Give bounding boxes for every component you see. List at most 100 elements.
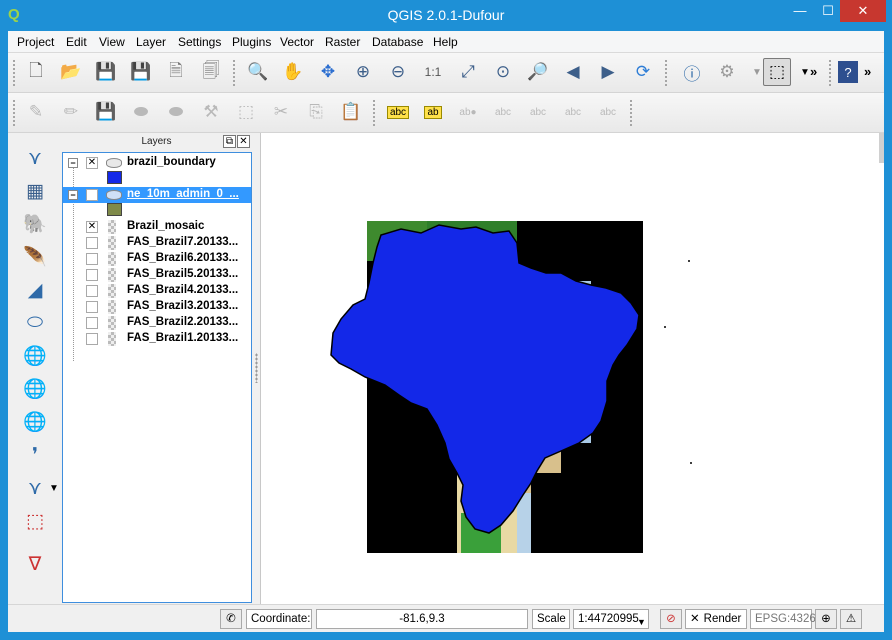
chevron-down-icon[interactable]: ▼ bbox=[48, 474, 60, 502]
current-edits-icon[interactable]: ✎ bbox=[22, 98, 50, 126]
render-checkbox[interactable]: ✕ bbox=[690, 613, 700, 625]
projection-icon[interactable]: ⊕ bbox=[815, 609, 837, 629]
coordinate-field[interactable]: -81.6,9.3 bbox=[316, 609, 528, 629]
save-project-icon[interactable]: 💾 bbox=[92, 58, 120, 86]
panel-splitter[interactable] bbox=[253, 133, 260, 604]
add-wfs-layer-icon[interactable]: 🌐 bbox=[20, 408, 50, 436]
menu-edit[interactable]: Edit bbox=[66, 35, 87, 49]
node-tool-icon[interactable]: ⚒ bbox=[197, 98, 225, 126]
copy-features-icon[interactable]: ⎘ bbox=[302, 98, 330, 126]
toolbar-grip[interactable] bbox=[372, 99, 376, 127]
layer-name[interactable]: FAS_Brazil5.20133... bbox=[127, 268, 249, 280]
layer-visibility-checkbox[interactable] bbox=[86, 269, 98, 281]
move-feature-icon[interactable]: ⬬ bbox=[162, 98, 190, 126]
cut-features-icon[interactable]: ✂ bbox=[267, 98, 295, 126]
add-spatialite-layer-icon[interactable]: 🪶 bbox=[20, 243, 50, 271]
layer-visibility-checkbox[interactable] bbox=[86, 253, 98, 265]
layer-row[interactable]: FAS_Brazil3.20133... bbox=[63, 299, 251, 315]
symbol-swatch[interactable] bbox=[107, 203, 122, 216]
select-features-icon[interactable]: ⬚ bbox=[763, 58, 791, 86]
zoom-out-icon[interactable]: ⊖ bbox=[384, 58, 412, 86]
layer-visibility-checkbox[interactable]: ✕ bbox=[86, 221, 98, 233]
open-project-icon[interactable]: 📂 bbox=[57, 58, 85, 86]
menu-plugins[interactable]: Plugins bbox=[232, 35, 271, 49]
layer-name[interactable]: brazil_boundary bbox=[127, 156, 249, 168]
pan-map-icon[interactable]: ✋ bbox=[279, 58, 307, 86]
new-project-icon[interactable]: 🗋 bbox=[22, 58, 50, 86]
composer-manager-icon[interactable]: 🗐 bbox=[197, 58, 225, 86]
add-postgis-layer-icon[interactable]: 🐘 bbox=[20, 210, 50, 238]
toolbar-grip[interactable] bbox=[828, 59, 832, 87]
add-oracle-layer-icon[interactable]: ⬭ bbox=[20, 309, 50, 337]
layer-visibility-checkbox[interactable] bbox=[86, 189, 98, 201]
layer-visibility-checkbox[interactable] bbox=[86, 237, 98, 249]
delete-selected-icon[interactable]: ⬚ bbox=[232, 98, 260, 126]
crs-status[interactable]: EPSG:4326 bbox=[750, 609, 816, 629]
toolbar-grip[interactable] bbox=[664, 59, 668, 87]
label-change-icon[interactable]: abc bbox=[559, 98, 587, 126]
label-rotate-icon[interactable]: abc bbox=[524, 98, 552, 126]
menu-raster[interactable]: Raster bbox=[325, 35, 360, 49]
zoom-to-layer-icon[interactable]: 🔎 bbox=[524, 58, 552, 86]
collapse-icon[interactable]: − bbox=[68, 158, 78, 168]
label-move-icon[interactable]: ab● bbox=[454, 98, 482, 126]
layer-row[interactable]: FAS_Brazil6.20133... bbox=[63, 251, 251, 267]
help-icon[interactable]: ? bbox=[838, 61, 858, 83]
pan-to-selected-icon[interactable]: ✥ bbox=[314, 58, 342, 86]
layer-name[interactable]: FAS_Brazil4.20133... bbox=[127, 284, 249, 296]
collapse-icon[interactable]: − bbox=[68, 190, 78, 200]
layer-row[interactable]: − ne_10m_admin_0_... bbox=[63, 187, 251, 203]
save-as-icon[interactable]: 💾 bbox=[127, 58, 155, 86]
zoom-to-selection-icon[interactable]: ⊙ bbox=[489, 58, 517, 86]
layer-row[interactable]: − ✕ brazil_boundary bbox=[63, 155, 251, 171]
symbol-swatch[interactable] bbox=[107, 171, 122, 184]
float-panel-button[interactable]: ⧉ bbox=[223, 135, 236, 148]
add-wcs-layer-icon[interactable]: 🌐 bbox=[20, 375, 50, 403]
layer-name[interactable]: ne_10m_admin_0_... bbox=[127, 188, 249, 200]
label-show-hide-icon[interactable]: abc bbox=[489, 98, 517, 126]
paste-features-icon[interactable]: 📋 bbox=[337, 98, 365, 126]
zoom-next-icon[interactable]: ▶ bbox=[594, 58, 622, 86]
toolbar-more-button[interactable]: » bbox=[810, 64, 817, 79]
add-delimited-text-icon[interactable]: ❜ bbox=[20, 441, 50, 469]
layer-visibility-checkbox[interactable]: ✕ bbox=[86, 157, 98, 169]
render-toggle[interactable]: ✕ Render bbox=[685, 609, 747, 629]
label-pin-icon[interactable]: ab bbox=[419, 98, 447, 126]
toolbar-grip[interactable] bbox=[232, 59, 236, 87]
layer-row[interactable]: FAS_Brazil7.20133... bbox=[63, 235, 251, 251]
layer-row[interactable]: FAS_Brazil4.20133... bbox=[63, 283, 251, 299]
layer-visibility-checkbox[interactable] bbox=[86, 285, 98, 297]
pan-to-selection-icon[interactable]: 🔍 bbox=[244, 58, 272, 86]
toolbar-more-button[interactable]: » bbox=[864, 64, 871, 79]
identify-features-icon[interactable]: ⓘ bbox=[678, 58, 706, 86]
zoom-full-icon[interactable]: ⤢ bbox=[454, 58, 482, 86]
layer-name[interactable]: FAS_Brazil3.20133... bbox=[127, 300, 249, 312]
menu-view[interactable]: View bbox=[99, 35, 125, 49]
zoom-actual-size-icon[interactable]: 1:1 bbox=[419, 58, 447, 86]
add-gps-layer-icon[interactable]: ∇ bbox=[20, 550, 50, 578]
toolbar-grip[interactable] bbox=[629, 99, 633, 127]
layer-name[interactable]: FAS_Brazil6.20133... bbox=[127, 252, 249, 264]
remove-layer-icon[interactable]: ⬚ bbox=[20, 507, 50, 535]
map-canvas[interactable] bbox=[260, 133, 884, 604]
menu-project[interactable]: Project bbox=[17, 35, 54, 49]
toggle-editing-icon[interactable]: ✏ bbox=[57, 98, 85, 126]
layer-labeling-icon[interactable]: abc bbox=[384, 98, 412, 126]
new-shapefile-icon[interactable]: ⋎ bbox=[20, 474, 50, 502]
layer-row[interactable]: FAS_Brazil5.20133... bbox=[63, 267, 251, 283]
messages-warning-icon[interactable]: ⚠ bbox=[840, 609, 862, 629]
menu-vector[interactable]: Vector bbox=[280, 35, 314, 49]
menu-database[interactable]: Database bbox=[372, 35, 423, 49]
toolbar-grip[interactable] bbox=[12, 99, 16, 127]
zoom-last-icon[interactable]: ◀ bbox=[559, 58, 587, 86]
save-layer-edits-icon[interactable]: 💾 bbox=[92, 98, 120, 126]
label-highlight-icon[interactable]: abc bbox=[594, 98, 622, 126]
layer-name[interactable]: FAS_Brazil1.20133... bbox=[127, 332, 249, 344]
add-mssql-layer-icon[interactable]: ◢ bbox=[20, 276, 50, 304]
add-vector-layer-icon[interactable]: ⋎ bbox=[20, 144, 50, 172]
new-composer-icon[interactable]: 🗎 bbox=[162, 58, 190, 86]
layer-name[interactable]: Brazil_mosaic bbox=[127, 220, 249, 232]
menu-help[interactable]: Help bbox=[433, 35, 458, 49]
close-button[interactable]: ✕ bbox=[840, 0, 886, 22]
menu-settings[interactable]: Settings bbox=[178, 35, 221, 49]
